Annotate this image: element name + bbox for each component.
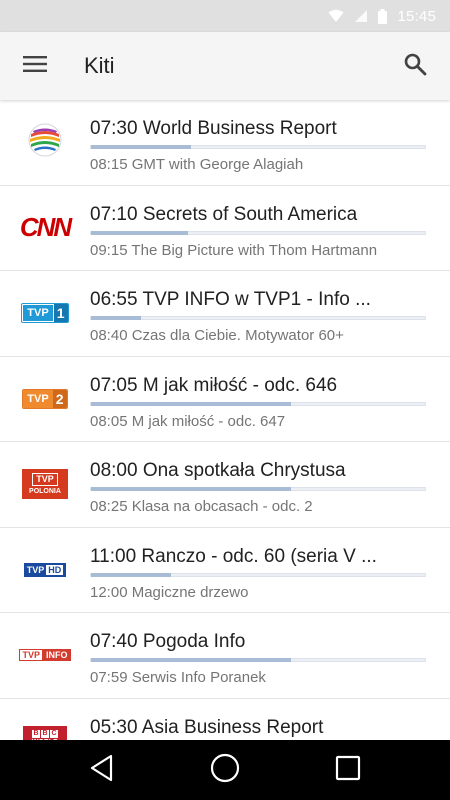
channel-logo: TVP HD <box>0 528 90 613</box>
program-progress-bar <box>90 316 426 320</box>
program-progress-fill <box>91 487 292 491</box>
tvp-info-logo: TVP INFO <box>19 649 71 662</box>
channel-row[interactable]: TVP 2 07:05 M jak miłość - odc. 646 08:05… <box>0 357 450 442</box>
channel-row[interactable]: 07:30 World Business Report 08:15 GMT wi… <box>0 100 450 186</box>
channel-logo <box>0 100 90 185</box>
program-progress-bar <box>90 230 426 235</box>
next-program-title: 08:25 Klasa na obcasach - odc. 2 <box>90 498 313 515</box>
current-program-title: 11:00 Ranczo - odc. 60 (seria V ... <box>90 545 377 567</box>
current-program-title: 05:30 Asia Business Report <box>90 716 324 738</box>
tvp1-logo: TVP 1 <box>21 303 69 324</box>
next-program-title: 08:15 GMT with George Alagiah <box>90 156 304 173</box>
sat1-logo-icon <box>27 122 63 163</box>
channel-logo: TVP INFO <box>0 613 90 698</box>
app-title: Kiti <box>84 53 115 78</box>
program-progress-bar <box>90 487 426 491</box>
wifi-icon <box>328 9 344 23</box>
next-program-title: 08:40 Czas dla Ciebie. Motywator 60+ <box>90 327 344 344</box>
channel-row[interactable]: CNN 07:10 Secrets of South America 09:15… <box>0 186 450 271</box>
bbc-world-logo: BBC WORLD <box>23 725 67 740</box>
back-button[interactable] <box>72 740 132 800</box>
current-program-title: 07:30 World Business Report <box>90 118 337 139</box>
tvp-polonia-logo: TVP POLONIA <box>22 469 68 500</box>
system-nav-bar <box>0 740 450 800</box>
recents-square-icon <box>335 755 361 786</box>
channel-logo: TVP POLONIA <box>0 442 90 527</box>
program-progress-fill <box>91 230 188 235</box>
channel-row[interactable]: TVP POLONIA 08:00 Ona spotkała Chrystusa … <box>0 442 450 528</box>
channel-logo: CNN <box>0 186 90 271</box>
channel-row[interactable]: TVP 1 06:55 TVP INFO w TVP1 - Info ... 08… <box>0 271 450 357</box>
next-program-title: 08:05 M jak miłość - odc. 647 <box>90 412 286 430</box>
battery-icon <box>378 8 388 24</box>
program-progress-bar <box>90 658 426 662</box>
program-progress-bar <box>90 145 426 149</box>
signal-icon <box>354 9 368 23</box>
program-progress-fill <box>91 316 142 320</box>
status-time: 15:45 <box>397 7 436 25</box>
program-info: 07:30 World Business Report 08:15 GMT wi… <box>90 100 450 185</box>
tvp-hd-logo: TVP HD <box>23 562 67 577</box>
cnn-logo: CNN <box>19 212 72 243</box>
search-icon <box>403 52 427 81</box>
current-program-title: 06:55 TVP INFO w TVP1 - Info ... <box>90 289 371 310</box>
program-progress-fill <box>91 572 172 577</box>
program-progress-bar <box>90 572 426 577</box>
recents-button[interactable] <box>318 740 378 800</box>
channel-logo: TVP 2 <box>0 357 90 442</box>
current-program-title: 07:10 Secrets of South America <box>90 203 358 225</box>
program-progress-fill <box>91 658 292 662</box>
back-triangle-icon <box>89 754 115 787</box>
channel-row[interactable]: TVP INFO 07:40 Pogoda Info 07:59 Serwis I… <box>0 613 450 699</box>
program-info: 06:55 TVP INFO w TVP1 - Info ... 08:40 C… <box>90 271 450 356</box>
program-progress-bar <box>90 401 426 406</box>
channel-logo: BBC WORLD <box>0 699 90 740</box>
menu-button[interactable] <box>0 32 70 100</box>
program-info: 07:10 Secrets of South America 09:15 The… <box>90 186 450 271</box>
status-bar: 15:45 <box>0 0 450 32</box>
next-program-title: 07:59 Serwis Info Poranek <box>90 669 266 686</box>
program-info: 05:30 Asia Business Report <box>90 699 450 741</box>
program-info: 07:40 Pogoda Info 07:59 Serwis Info Pora… <box>90 613 450 698</box>
tvp2-logo: TVP 2 <box>22 388 68 409</box>
current-program-title: 07:05 M jak miłość - odc. 646 <box>90 374 338 396</box>
app-bar: Kiti <box>0 32 450 100</box>
hamburger-menu-icon <box>23 55 47 78</box>
program-progress-fill <box>91 145 192 149</box>
channel-row[interactable]: BBC WORLD 05:30 Asia Business Report <box>0 699 450 741</box>
program-info: 11:00 Ranczo - odc. 60 (seria V ... 12:0… <box>90 528 450 613</box>
next-program-title: 12:00 Magiczne drzewo <box>90 583 249 601</box>
program-progress-fill <box>91 401 292 406</box>
home-button[interactable] <box>195 740 255 800</box>
program-info: 08:00 Ona spotkała Chrystusa 08:25 Klasa… <box>90 442 450 527</box>
channel-logo: TVP 1 <box>0 271 90 356</box>
search-button[interactable] <box>380 32 450 100</box>
program-info: 07:05 M jak miłość - odc. 646 08:05 M ja… <box>90 357 450 442</box>
next-program-title: 09:15 The Big Picture with Thom Hartmann <box>90 241 378 259</box>
current-program-title: 08:00 Ona spotkała Chrystusa <box>90 460 346 481</box>
channel-list[interactable]: 07:30 World Business Report 08:15 GMT wi… <box>0 100 450 740</box>
home-circle-icon <box>210 753 240 788</box>
current-program-title: 07:40 Pogoda Info <box>90 631 246 652</box>
channel-row[interactable]: TVP HD 11:00 Ranczo - odc. 60 (seria V ..… <box>0 528 450 613</box>
